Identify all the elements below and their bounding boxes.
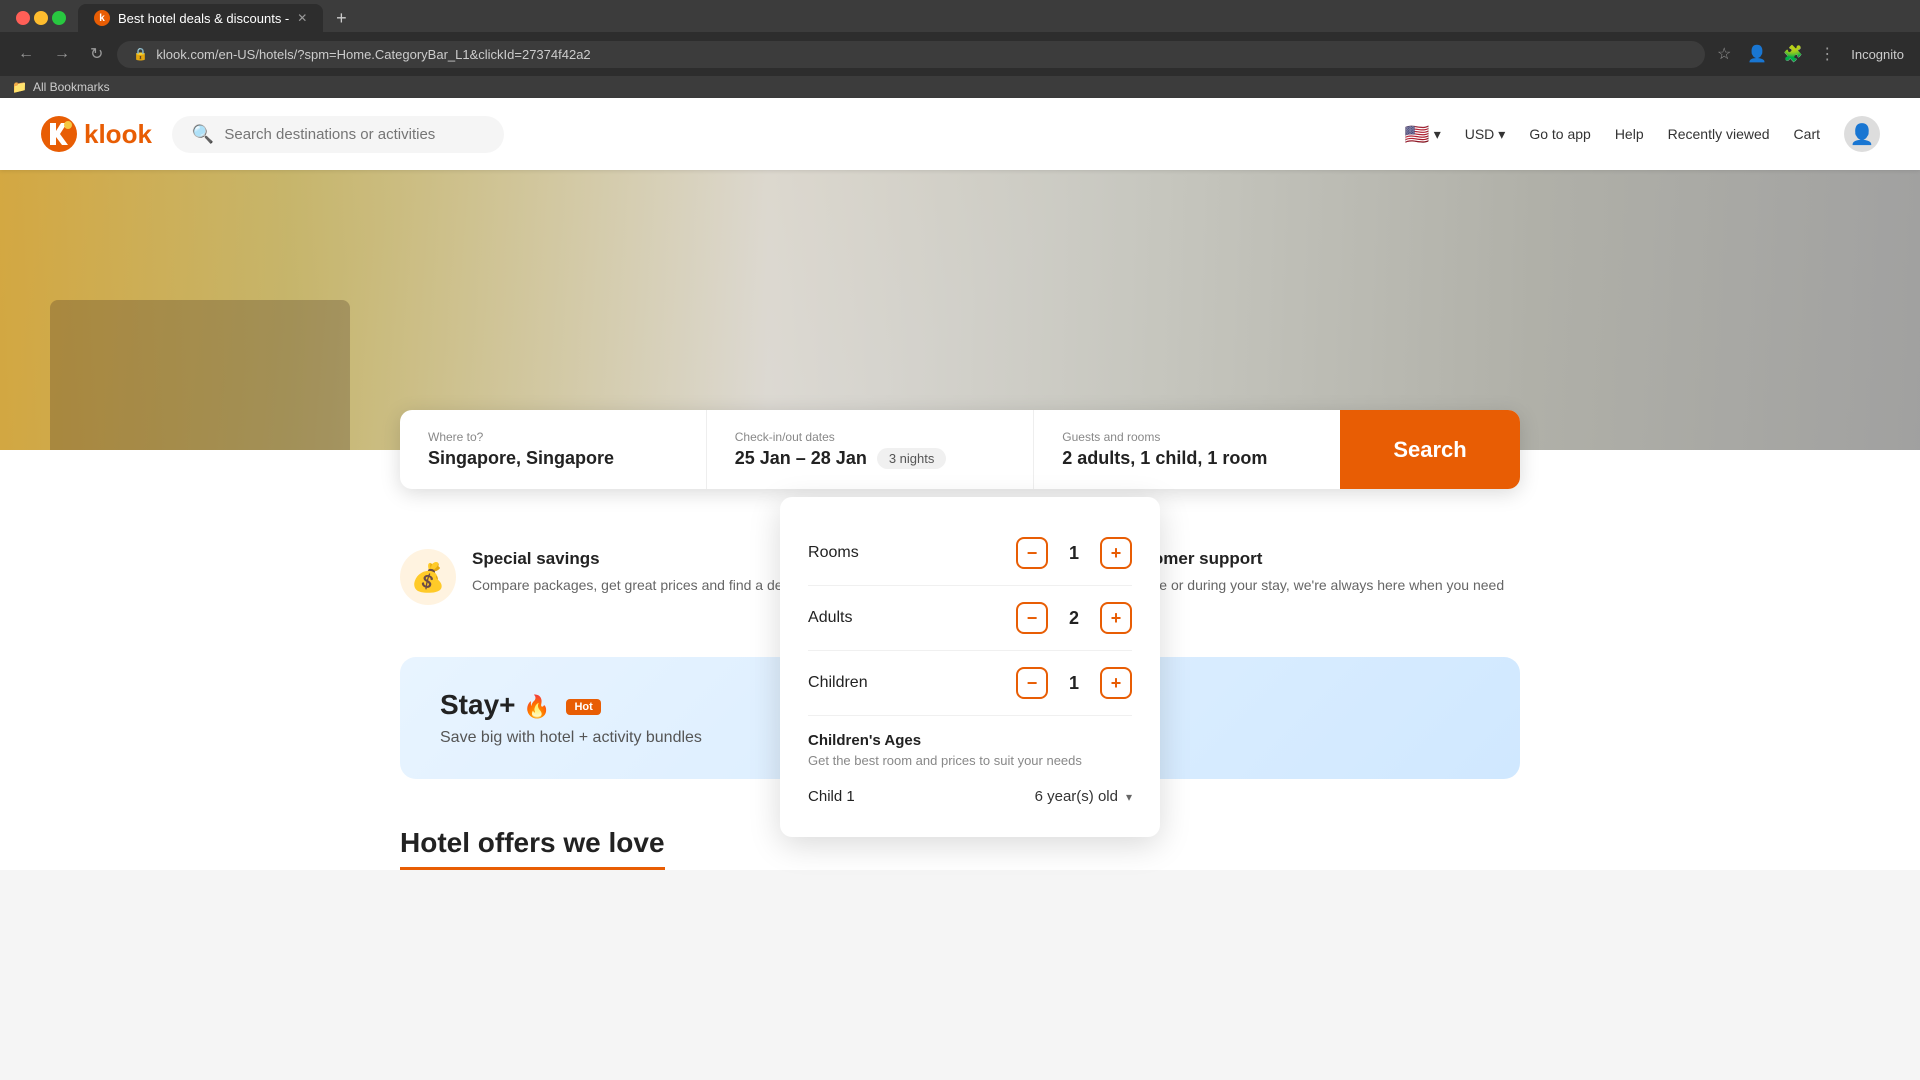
- active-tab[interactable]: k Best hotel deals & discounts - ✕: [78, 4, 323, 32]
- guests-label: Guests and rooms: [1062, 430, 1312, 444]
- where-to-field[interactable]: Where to? Singapore, Singapore: [400, 410, 707, 489]
- nav-actions: ☆ 👤 🧩 ⋮ Incognito: [1713, 40, 1908, 68]
- rooms-counter: − 1 +: [1016, 537, 1132, 569]
- search-button[interactable]: Search: [1340, 410, 1520, 489]
- hot-badge: Hot: [566, 699, 600, 715]
- lock-icon: 🔒: [133, 47, 148, 61]
- adults-value: 2: [1064, 608, 1084, 629]
- site-header: klook 🔍 🇺🇸 ▾ USD ▾ Go to app Help: [0, 98, 1920, 170]
- stay-plus-desc: Save big with hotel + activity bundles: [440, 729, 702, 747]
- klook-logo[interactable]: klook: [40, 115, 152, 153]
- window-maximize-btn[interactable]: [52, 11, 66, 25]
- search-box: Where to? Singapore, Singapore Check-in/…: [400, 410, 1520, 489]
- dates-field[interactable]: Check-in/out dates 25 Jan – 28 Jan 3 nig…: [707, 410, 1035, 489]
- site-content: klook 🔍 🇺🇸 ▾ USD ▾ Go to app Help: [0, 98, 1920, 870]
- child1-label: Child 1: [808, 788, 855, 805]
- search-icon: 🔍: [192, 124, 214, 145]
- children-decrease-btn[interactable]: −: [1016, 667, 1048, 699]
- url-text: klook.com/en-US/hotels/?spm=Home.Categor…: [156, 47, 590, 62]
- stay-plus-title: Stay+ 🔥 Hot: [440, 689, 702, 721]
- child1-age-selector[interactable]: 6 year(s) old ▾: [1035, 788, 1132, 805]
- browser-chrome: k Best hotel deals & discounts - ✕ + ← →…: [0, 0, 1920, 98]
- incognito-label: Incognito: [1847, 43, 1908, 66]
- child1-age-row: Child 1 6 year(s) old ▾: [808, 780, 1132, 813]
- logo-text: klook: [84, 119, 152, 150]
- guests-value: 2 adults, 1 child, 1 room: [1062, 448, 1312, 469]
- chevron-down-icon: ▾: [1126, 790, 1132, 804]
- guests-field[interactable]: Guests and rooms 2 adults, 1 child, 1 ro…: [1034, 410, 1340, 489]
- language-selector[interactable]: 🇺🇸 ▾: [1405, 122, 1441, 147]
- flag-icon: 🇺🇸: [1405, 122, 1430, 147]
- children-label: Children: [808, 674, 868, 692]
- extensions-icon[interactable]: 🧩: [1779, 40, 1807, 68]
- help-link[interactable]: Help: [1615, 126, 1644, 142]
- back-btn[interactable]: ←: [12, 41, 40, 67]
- children-ages-section: Children's Ages Get the best room and pr…: [808, 716, 1132, 813]
- where-to-value: Singapore, Singapore: [428, 448, 678, 469]
- avatar-icon: 👤: [1850, 122, 1875, 147]
- children-value: 1: [1064, 673, 1084, 694]
- currency-arrow: ▾: [1498, 126, 1505, 143]
- rooms-value: 1: [1064, 543, 1084, 564]
- bookmarks-bar: 📁 All Bookmarks: [0, 76, 1920, 98]
- new-tab-btn[interactable]: +: [327, 4, 355, 32]
- bookmarks-folder-icon: 📁: [12, 80, 27, 94]
- where-to-label: Where to?: [428, 430, 678, 444]
- header-search-bar[interactable]: 🔍: [172, 116, 504, 153]
- dates-value: 25 Jan – 28 Jan: [735, 448, 867, 469]
- nav-bar: ← → ↻ 🔒 klook.com/en-US/hotels/?spm=Home…: [0, 32, 1920, 76]
- nights-badge: 3 nights: [877, 448, 947, 469]
- menu-icon[interactable]: ⋮: [1815, 40, 1839, 68]
- rooms-label: Rooms: [808, 544, 859, 562]
- tab-close-btn[interactable]: ✕: [297, 11, 307, 25]
- tab-title: Best hotel deals & discounts -: [118, 11, 289, 26]
- hero-banner: [0, 170, 1920, 450]
- children-counter: − 1 +: [1016, 667, 1132, 699]
- adults-increase-btn[interactable]: +: [1100, 602, 1132, 634]
- refresh-btn[interactable]: ↻: [84, 40, 109, 68]
- cart-link[interactable]: Cart: [1794, 126, 1820, 142]
- search-widget: Where to? Singapore, Singapore Check-in/…: [360, 410, 1560, 489]
- child1-age-value: 6 year(s) old: [1035, 788, 1118, 805]
- go-to-app-link[interactable]: Go to app: [1529, 126, 1591, 142]
- children-ages-desc: Get the best room and prices to suit you…: [808, 753, 1132, 768]
- dates-value-row: 25 Jan – 28 Jan 3 nights: [735, 448, 1006, 469]
- profile-icon[interactable]: 👤: [1743, 40, 1771, 68]
- rooms-row: Rooms − 1 +: [808, 521, 1132, 586]
- search-input[interactable]: [224, 126, 484, 143]
- dates-label: Check-in/out dates: [735, 430, 1006, 444]
- adults-counter: − 2 +: [1016, 602, 1132, 634]
- language-arrow: ▾: [1434, 126, 1441, 143]
- header-nav: 🇺🇸 ▾ USD ▾ Go to app Help Recently viewe…: [1405, 116, 1880, 152]
- currency-selector[interactable]: USD ▾: [1465, 126, 1506, 143]
- adults-row: Adults − 2 +: [808, 586, 1132, 651]
- children-increase-btn[interactable]: +: [1100, 667, 1132, 699]
- hero-furniture: [50, 300, 350, 450]
- currency-label: USD: [1465, 126, 1495, 142]
- stay-plus-content: Stay+ 🔥 Hot Save big with hotel + activi…: [440, 689, 702, 747]
- window-close-btn[interactable]: [16, 11, 30, 25]
- tab-bar: k Best hotel deals & discounts - ✕ +: [0, 0, 1920, 32]
- bookmark-star-icon[interactable]: ☆: [1713, 40, 1735, 68]
- savings-icon: 💰: [400, 549, 456, 605]
- window-minimize-btn[interactable]: [34, 11, 48, 25]
- children-row: Children − 1 +: [808, 651, 1132, 716]
- user-avatar[interactable]: 👤: [1844, 116, 1880, 152]
- recently-viewed-link[interactable]: Recently viewed: [1668, 126, 1770, 142]
- rooms-increase-btn[interactable]: +: [1100, 537, 1132, 569]
- guests-dropdown: Rooms − 1 + Adults − 2 +: [780, 497, 1160, 837]
- hotel-offers-title: Hotel offers we love: [400, 827, 665, 870]
- address-bar[interactable]: 🔒 klook.com/en-US/hotels/?spm=Home.Categ…: [117, 41, 1705, 68]
- logo-icon: [40, 115, 78, 153]
- forward-btn[interactable]: →: [48, 41, 76, 67]
- adults-decrease-btn[interactable]: −: [1016, 602, 1048, 634]
- rooms-decrease-btn[interactable]: −: [1016, 537, 1048, 569]
- adults-label: Adults: [808, 609, 852, 627]
- children-ages-title: Children's Ages: [808, 732, 1132, 749]
- tab-favicon: k: [94, 10, 110, 26]
- bookmarks-label[interactable]: All Bookmarks: [33, 80, 110, 94]
